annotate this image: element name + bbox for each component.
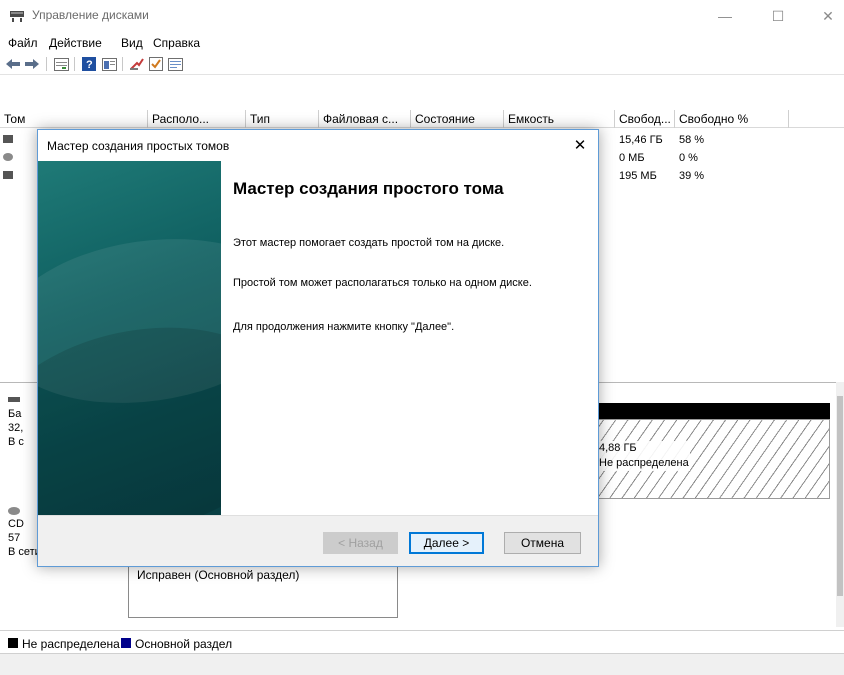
volume-list-header: Том Располо... Тип Файловая с... Состоян… [0, 110, 844, 128]
window-titlebar: Управление дисками — ☐ ✕ [0, 0, 844, 32]
properties-icon[interactable] [100, 56, 118, 72]
unallocated-legend-label: Не распределена [22, 637, 120, 651]
back-button[interactable]: < Назад [323, 532, 398, 554]
maximize-button[interactable]: ☐ [755, 0, 801, 32]
column-free-percent[interactable]: Свободно % [675, 110, 789, 128]
free-space-cell: 0 МБ [619, 152, 645, 164]
wizard-paragraph-3: Для продолжения нажмите кнопку "Далее". [233, 321, 455, 333]
unallocated-partition[interactable]: 4,88 ГБ Не распределена [560, 419, 830, 499]
menu-file[interactable]: Файл [8, 36, 38, 50]
toolbar: ? [0, 53, 844, 75]
cd-volume-icon [3, 153, 13, 161]
legend: Не распределена Основной раздел [0, 630, 844, 652]
menu-help[interactable]: Справка [153, 36, 200, 50]
new-simple-volume-wizard: Мастер создания простых томов ✕ Мастер с… [37, 129, 599, 567]
settings-icon[interactable] [166, 56, 184, 72]
menu-bar: Файл Действие Вид Справка [0, 33, 844, 53]
close-button[interactable]: ✕ [805, 0, 844, 32]
wizard-paragraph-2: Простой том может располагаться только н… [233, 277, 532, 289]
column-layout[interactable]: Располо... [148, 110, 246, 128]
cancel-button[interactable]: Отмена [504, 532, 581, 554]
unallocated-size: 4,88 ГБ [599, 442, 637, 454]
disk-0-label[interactable]: Ба 32, В с [8, 397, 24, 449]
unallocated-legend-swatch [8, 638, 18, 648]
status-bar [0, 653, 844, 675]
disk-management-icon [10, 11, 24, 22]
window-title: Управление дисками [32, 8, 149, 22]
cdrom-label[interactable]: CD 57 В сети [8, 507, 41, 559]
volume-icon [3, 135, 13, 143]
wizard-paragraph-1: Этот мастер помогает создать простой том… [233, 237, 505, 249]
scrollbar-thumb[interactable] [837, 396, 843, 596]
menu-action[interactable]: Действие [49, 36, 102, 50]
column-type[interactable]: Тип [246, 110, 319, 128]
forward-icon[interactable] [23, 56, 41, 72]
rescan-icon[interactable] [128, 56, 146, 72]
minimize-button[interactable]: — [702, 0, 748, 32]
free-percent-cell: 58 % [679, 134, 705, 146]
next-button[interactable]: Далее > [409, 532, 484, 554]
wizard-heading: Мастер создания простого тома [233, 179, 504, 198]
column-volume[interactable]: Том [0, 110, 148, 128]
dialog-title: Мастер создания простых томов [47, 139, 230, 153]
dialog-footer: < Назад Далее > Отмена [38, 515, 598, 566]
free-space-cell: 15,46 ГБ [619, 134, 663, 146]
column-status[interactable]: Состояние [411, 110, 504, 128]
check-icon[interactable] [147, 56, 165, 72]
primary-legend-label: Основной раздел [135, 637, 233, 651]
dialog-close-button[interactable]: ✕ [562, 130, 598, 160]
back-icon[interactable] [4, 56, 22, 72]
disk-map-scrollbar[interactable] [836, 382, 844, 627]
cdrom-icon [8, 507, 20, 515]
unallocated-status: Не распределена [599, 457, 689, 469]
dialog-titlebar: Мастер создания простых томов ✕ [38, 130, 598, 160]
menu-view[interactable]: Вид [121, 36, 143, 50]
svg-text:?: ? [86, 59, 93, 71]
volume-icon [3, 171, 13, 179]
free-space-cell: 195 МБ [619, 170, 657, 182]
column-free-space[interactable]: Свобод... [615, 110, 675, 128]
help-icon[interactable]: ? [80, 56, 98, 72]
wizard-banner-image [38, 161, 221, 515]
cdrom-partition-status: Исправен (Основной раздел) [137, 568, 300, 582]
free-percent-cell: 39 % [679, 170, 705, 182]
disk-list-icon[interactable] [52, 56, 70, 72]
disk-icon [8, 397, 20, 402]
free-percent-cell: 0 % [679, 152, 698, 164]
primary-legend-swatch [121, 638, 131, 648]
unallocated-header-bar [560, 403, 830, 419]
column-file-system[interactable]: Файловая с... [319, 110, 411, 128]
column-capacity[interactable]: Емкость [504, 110, 615, 128]
